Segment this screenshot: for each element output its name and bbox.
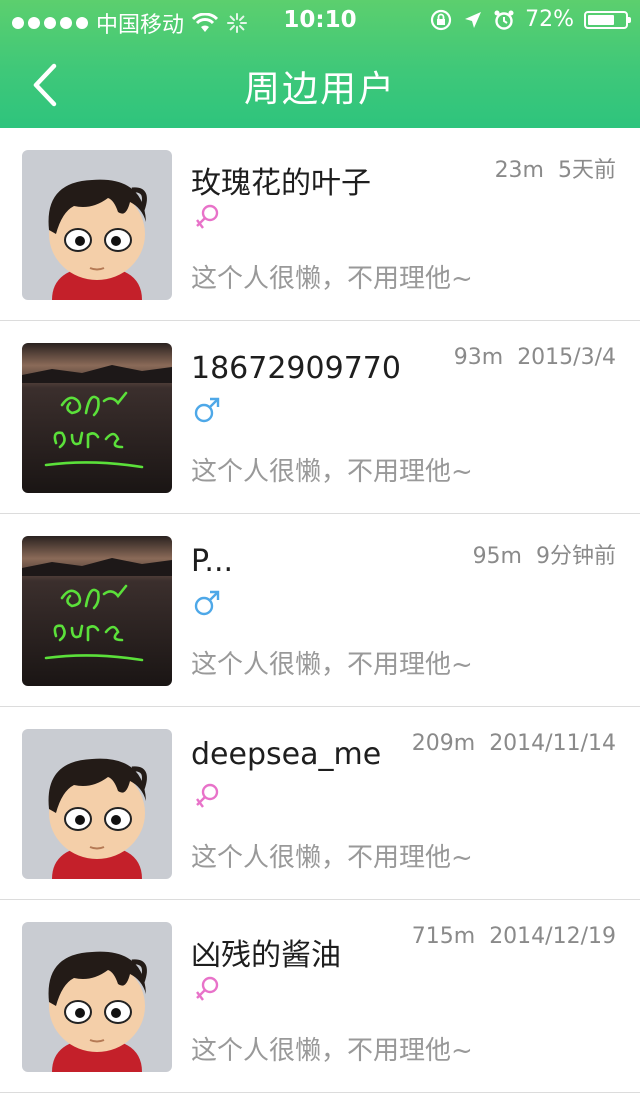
- battery-icon: [584, 10, 631, 29]
- female-icon: [196, 204, 219, 229]
- cartoon-avatar[interactable]: [22, 729, 172, 879]
- last-seen-label: 5天前: [558, 158, 616, 183]
- male-icon: [194, 590, 220, 616]
- cartoon-avatar[interactable]: [22, 150, 172, 300]
- battery-level: [588, 14, 614, 25]
- cartoon-avatar[interactable]: [22, 922, 172, 1072]
- alarm-icon: [494, 10, 514, 30]
- last-seen-label: 9分钟前: [536, 544, 616, 569]
- user-name: P...: [191, 544, 234, 579]
- page-title: 周边用户: [243, 69, 396, 110]
- user-list-item[interactable]: P... 95m 9分钟前 这个人很懒，不用理他~: [0, 514, 640, 707]
- distance-label: 209m: [411, 731, 476, 756]
- user-signature: 这个人很懒，不用理他~: [191, 1036, 473, 1066]
- location-arrow-icon: [465, 11, 482, 28]
- distance-label: 93m: [453, 345, 504, 370]
- photo-avatar[interactable]: [22, 343, 172, 493]
- user-signature: 这个人很懒，不用理他~: [191, 650, 473, 680]
- female-icon: [196, 976, 219, 1001]
- user-list-item[interactable]: 凶残的酱油 715m 2014/12/19 这个人很懒，不用理他~: [0, 900, 640, 1093]
- last-seen-label: 2014/11/14: [489, 731, 616, 756]
- last-seen-label: 2014/12/19: [489, 924, 616, 949]
- user-signature: 这个人很懒，不用理他~: [191, 264, 473, 294]
- rotation-lock-icon: [430, 9, 452, 30]
- distance-and-time: 95m 9分钟前: [473, 538, 616, 570]
- navigation-header: 中国移动 10:10 72% 周边用户: [0, 0, 640, 128]
- user-name: 玫瑰花的叶子: [191, 166, 371, 201]
- photo-avatar[interactable]: [22, 536, 172, 686]
- battery-percent: 72%: [525, 7, 574, 32]
- distance-and-time: 209m 2014/11/14: [412, 731, 616, 756]
- distance-label: 95m: [472, 544, 522, 569]
- user-name: deepsea_me: [191, 737, 382, 772]
- user-name: 18672909770: [191, 351, 401, 386]
- status-bar: 中国移动 10:10 72%: [0, 0, 640, 40]
- user-signature: 这个人很懒，不用理他~: [191, 457, 473, 487]
- status-right: 72%: [429, 7, 631, 32]
- last-seen-label: 2015/3/4: [517, 345, 616, 370]
- female-icon: [196, 783, 219, 808]
- distance-and-time: 715m 2014/12/19: [412, 924, 616, 949]
- user-name: 凶残的酱油: [191, 938, 341, 973]
- distance-label: 23m: [494, 158, 544, 183]
- user-list-item[interactable]: deepsea_me 209m 2014/11/14 这个人很懒，不用理他~: [0, 707, 640, 900]
- user-list-item[interactable]: 18672909770 93m 2015/3/4 这个人很懒，不用理他~: [0, 321, 640, 514]
- nearby-users-list[interactable]: 玫瑰花的叶子 23m 5天前 这个人很懒，不用理他~ 18672909770 9…: [0, 128, 640, 1093]
- distance-and-time: 93m 2015/3/4: [454, 345, 616, 370]
- distance-label: 715m: [411, 924, 476, 949]
- user-list-item[interactable]: 玫瑰花的叶子 23m 5天前 这个人很懒，不用理他~: [0, 128, 640, 321]
- distance-and-time: 23m 5天前: [495, 152, 616, 184]
- user-signature: 这个人很懒，不用理他~: [191, 843, 473, 873]
- male-icon: [194, 397, 220, 423]
